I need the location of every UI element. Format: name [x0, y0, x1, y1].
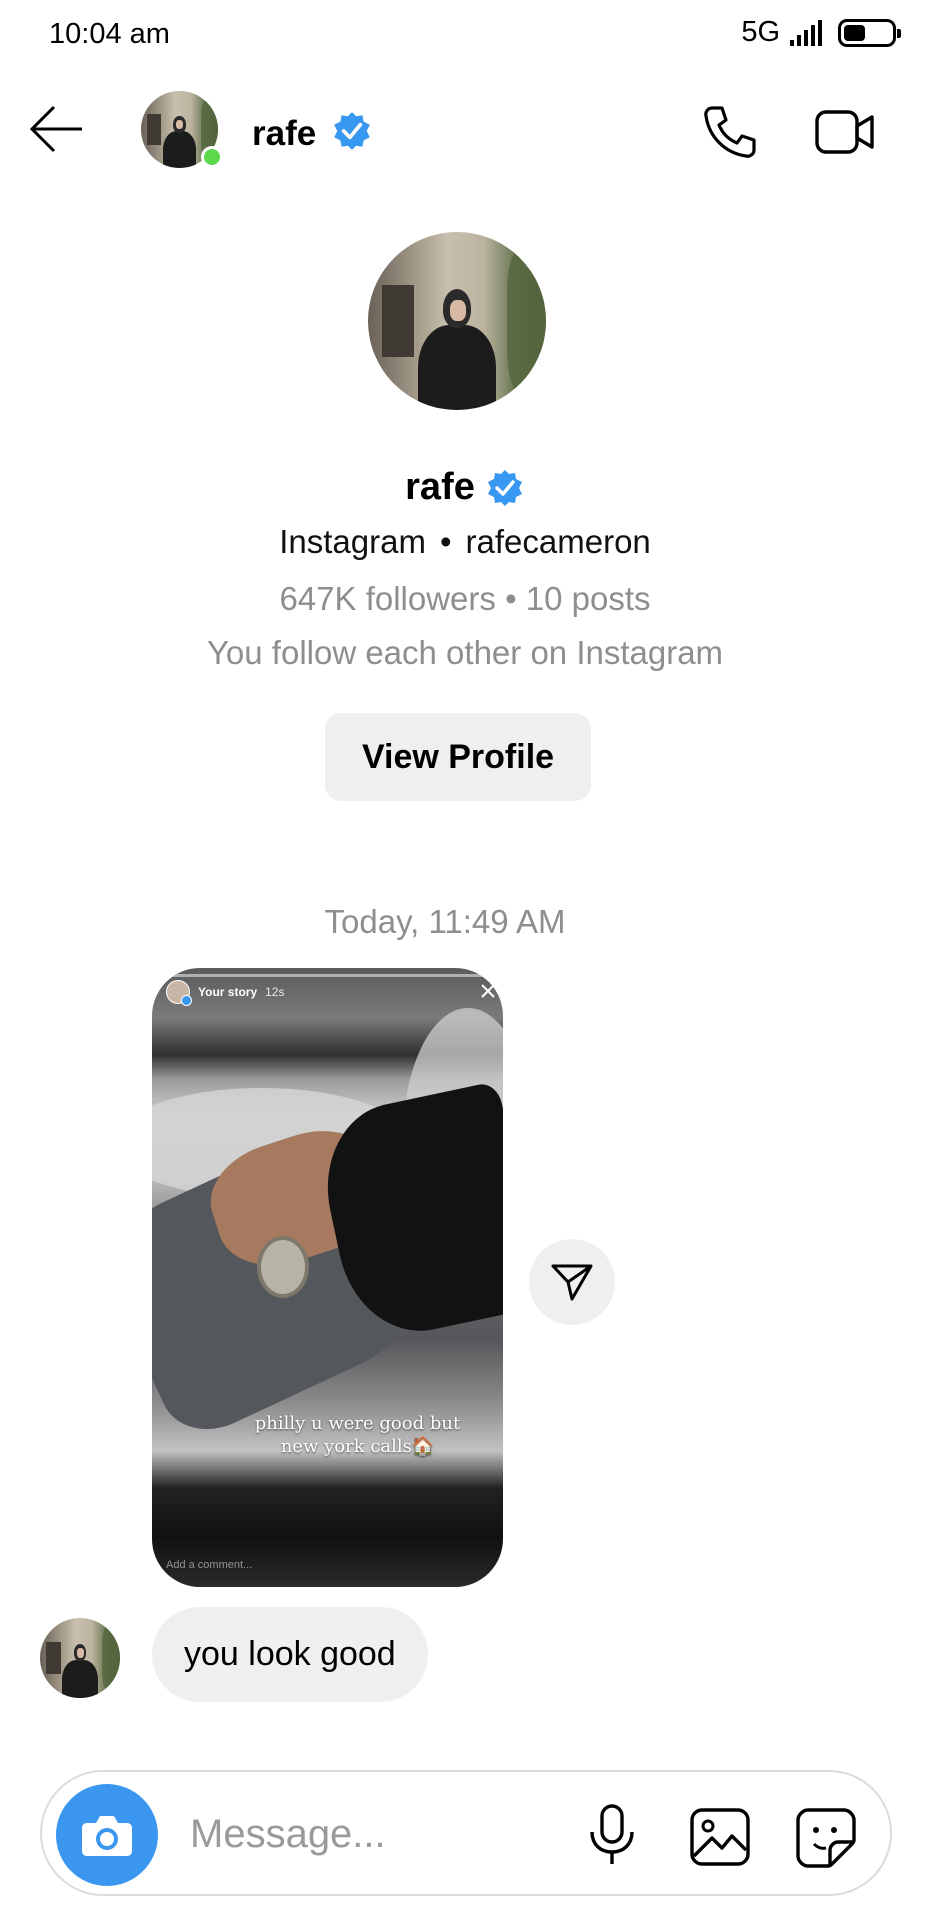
video-camera-icon[interactable] — [814, 106, 876, 158]
share-button[interactable] — [529, 1239, 615, 1325]
story-caption-line: philly u were good but — [254, 1413, 461, 1434]
arrow-left-icon[interactable] — [28, 104, 84, 154]
story-progress-bar — [162, 974, 493, 977]
network-type: 5G — [741, 16, 780, 48]
view-profile-button[interactable]: View Profile — [325, 713, 591, 801]
online-status-indicator — [201, 146, 223, 168]
phone-icon[interactable] — [700, 102, 760, 162]
status-bar: 10:04 am 5G — [0, 0, 930, 70]
microphone-icon[interactable] — [582, 1802, 642, 1868]
story-age: 12s — [265, 985, 285, 999]
profile-platform: Instagram — [279, 523, 426, 560]
story-caption-line: new york calls🏠 — [280, 1436, 435, 1457]
profile-avatar[interactable] — [368, 232, 546, 410]
story-comment-placeholder: Add a comment... — [166, 1559, 253, 1571]
profile-name-row: rafe — [0, 466, 930, 509]
profile-username: rafecameron — [465, 523, 651, 560]
status-indicators: 5G — [741, 16, 901, 49]
message-composer — [40, 1770, 892, 1896]
message-input[interactable] — [190, 1806, 570, 1862]
story-caption: philly u were good but new york calls🏠 — [232, 1412, 483, 1458]
profile-name: rafe — [405, 466, 475, 508]
chat-header: rafe — [0, 78, 930, 188]
camera-button[interactable] — [56, 1784, 158, 1886]
status-time: 10:04 am — [49, 18, 170, 50]
verified-badge-icon — [487, 469, 522, 506]
shared-story-card[interactable]: Your story 12s philly u were good but ne… — [152, 968, 503, 1587]
battery-icon — [838, 18, 901, 47]
message-timestamp: Today, 11:49 AM — [324, 903, 566, 940]
sticker-icon[interactable] — [794, 1806, 858, 1868]
story-header: Your story 12s — [166, 980, 285, 1006]
message-bubble[interactable]: you look good — [152, 1607, 428, 1702]
paper-plane-icon — [551, 1264, 593, 1301]
close-icon — [481, 984, 495, 998]
story-label: Your story — [198, 985, 258, 999]
image-icon[interactable] — [688, 1806, 752, 1868]
signal-icon — [790, 19, 822, 46]
battery-level — [844, 24, 865, 41]
meta-separator: • — [439, 523, 452, 560]
profile-meta: Instagram • rafecameron — [0, 523, 930, 561]
verified-badge-icon — [334, 112, 370, 150]
header-avatar[interactable] — [141, 91, 223, 168]
story-avatar — [166, 980, 192, 1006]
header-username[interactable]: rafe — [252, 114, 316, 154]
camera-icon — [82, 1816, 132, 1856]
follow-status: You follow each other on Instagram — [206, 634, 724, 671]
profile-stats: 647K followers • 10 posts — [279, 580, 651, 617]
sender-avatar[interactable] — [40, 1618, 120, 1698]
